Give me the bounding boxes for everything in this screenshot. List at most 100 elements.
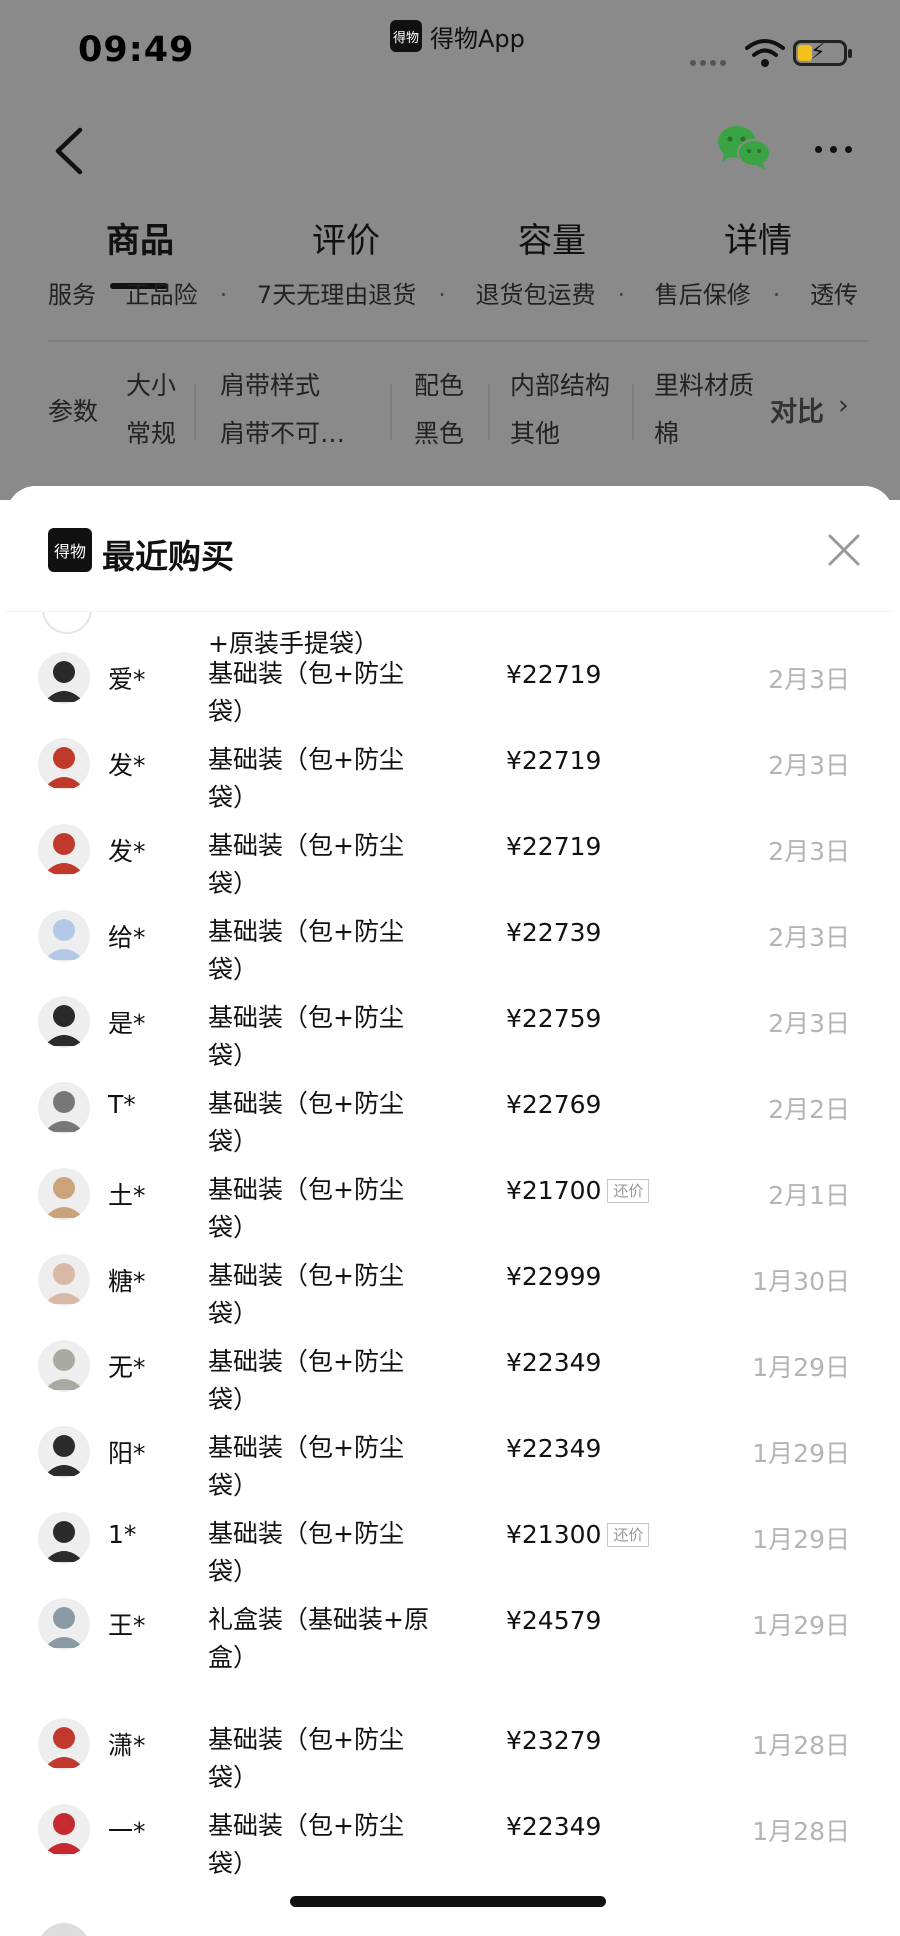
price-value: ¥22719 <box>506 832 602 861</box>
service-row[interactable]: 服务 正品险 · 7天无理由退货 · 退货包运费 · 售后保修 · 透传 <box>48 275 868 325</box>
param-strap: 肩带样式 肩带不可… <box>220 362 345 458</box>
price-value: ¥24579 <box>506 1606 602 1635</box>
chevron-left-icon[interactable] <box>50 124 90 178</box>
home-indicator[interactable] <box>290 1896 606 1907</box>
charging-icon: ⚡ <box>810 40 826 65</box>
spec-text: 基础装（包+防尘袋） <box>208 1175 404 1242</box>
avatar <box>38 910 90 962</box>
params-row[interactable]: 参数 大小 常规 肩带样式 肩带不可… 配色 黑色 内部结构 其他 里料材质 棉… <box>48 362 868 462</box>
avatar <box>38 996 90 1048</box>
spec-text: 基础装（包+防尘袋） <box>208 1725 404 1792</box>
service-label: 服务 <box>48 281 96 309</box>
app-indicator: 得物 得物App <box>390 18 525 54</box>
avatar <box>38 1718 90 1770</box>
param-value: 黑色 <box>414 419 465 448</box>
battery-icon: ⚡ <box>793 40 852 66</box>
purchase-date: 2月3日 <box>768 1009 850 1038</box>
price-group: ¥23279 <box>506 1726 601 1755</box>
signal-icon <box>690 60 726 66</box>
spec-text: 基础装（包+防尘袋） <box>208 1811 404 1878</box>
spec-text: 基础装（包+防尘袋） <box>208 1433 404 1500</box>
tab-details[interactable]: 详情 <box>724 213 792 262</box>
dimmed-background[interactable]: 09:49 得物 得物App ⚡ 商品 评价 容量 详情 服务 正品险 · 7天… <box>0 0 900 500</box>
price-value: ¥22739 <box>506 918 602 947</box>
purchase-date: 1月30日 <box>752 1267 850 1296</box>
avatar <box>38 1512 90 1564</box>
param-divider <box>488 384 490 440</box>
price-value: ¥21700 <box>506 1176 602 1205</box>
purchase-date: 2月3日 <box>768 665 850 694</box>
spec-text: 基础装（包+防尘袋） <box>208 1347 404 1414</box>
avatar <box>38 1804 90 1856</box>
price-value: ¥22769 <box>506 1090 602 1119</box>
param-divider <box>194 384 196 440</box>
avatar <box>38 1168 90 1220</box>
buyer-name: 一* <box>108 1817 146 1846</box>
purchase-date: 2月1日 <box>768 1181 850 1210</box>
spec-text: 基础装（包+防尘袋） <box>208 659 404 726</box>
spec-text: 基础装（包+防尘袋） <box>208 831 404 898</box>
buyer-name: 是* <box>108 1009 146 1038</box>
spec-text: 基础装（包+防尘袋） <box>208 1003 404 1070</box>
param-name: 里料材质 <box>654 371 754 400</box>
service-item: 售后保修 <box>654 281 751 309</box>
wechat-icon[interactable] <box>716 122 772 172</box>
sheet-header: 得物 最近购买 <box>6 486 894 612</box>
param-divider <box>390 384 392 440</box>
tab-reviews[interactable]: 评价 <box>312 213 380 262</box>
service-item: 7天无理由退货 <box>256 281 417 309</box>
buyer-name: 土* <box>108 1181 146 1210</box>
buyer-name: 糖* <box>108 1267 146 1296</box>
price-value: ¥22759 <box>506 1004 602 1033</box>
param-divider <box>632 384 634 440</box>
divider <box>48 340 868 342</box>
buyer-name: T* <box>108 1090 136 1119</box>
price-group: ¥21300 还价 <box>506 1520 650 1549</box>
buyer-name: 王* <box>108 1611 146 1640</box>
status-time: 09:49 <box>78 30 195 70</box>
status-bar: 09:49 得物 得物App ⚡ <box>0 0 900 100</box>
param-name: 配色 <box>414 371 465 400</box>
spec-text: 基础装（包+防尘袋） <box>208 1089 404 1156</box>
app-name: 得物App <box>430 24 525 53</box>
spec-text: 基础装（包+防尘袋） <box>208 745 404 812</box>
tab-bar: 商品 评价 容量 详情 <box>0 205 900 289</box>
avatar <box>38 738 90 790</box>
dewu-logo-icon: 得物 <box>48 528 92 572</box>
compare-button[interactable]: 对比 <box>770 390 824 429</box>
nav-bar <box>0 100 900 200</box>
spec-text: 礼盒装（基础装+原盒） <box>208 1605 429 1672</box>
tab-capacity[interactable]: 容量 <box>518 213 586 262</box>
buyer-name: 发* <box>108 837 146 866</box>
avatar <box>38 1426 90 1478</box>
buyer-name: 阳* <box>108 1439 146 1468</box>
price-group: ¥22739 <box>506 918 601 947</box>
param-value: 棉 <box>654 419 680 448</box>
purchase-date: 1月29日 <box>752 1353 850 1382</box>
param-name: 大小 <box>126 371 177 400</box>
param-value: 常规 <box>126 419 177 448</box>
price-group: ¥24579 <box>506 1606 601 1635</box>
purchase-date: 1月29日 <box>752 1439 850 1468</box>
avatar <box>38 824 90 876</box>
more-dots-icon[interactable] <box>815 146 852 153</box>
purchase-date: 2月2日 <box>768 1095 850 1124</box>
app-logo-icon: 得物 <box>390 20 422 52</box>
price-group: ¥21700 还价 <box>506 1176 650 1205</box>
purchase-date: 2月3日 <box>768 923 850 952</box>
param-name: 肩带样式 <box>220 371 321 400</box>
price-group: ¥22719 <box>506 660 601 689</box>
service-item: 退货包运费 <box>475 281 596 309</box>
sheet-title: 最近购买 <box>102 537 234 576</box>
close-icon[interactable] <box>826 532 862 568</box>
avatar <box>38 1340 90 1392</box>
service-item: 正品险 <box>125 281 198 309</box>
price-group: ¥22759 <box>506 1004 601 1033</box>
param-structure: 内部结构 其他 <box>510 362 610 458</box>
avatar <box>38 1598 90 1650</box>
tab-product[interactable]: 商品 <box>106 213 174 262</box>
page: 09:49 得物 得物App ⚡ 商品 评价 容量 详情 服务 正品险 · 7天… <box>0 0 900 1936</box>
price-value: ¥22349 <box>506 1434 602 1463</box>
price-group: ¥22769 <box>506 1090 601 1119</box>
haggle-badge: 还价 <box>607 1522 650 1547</box>
